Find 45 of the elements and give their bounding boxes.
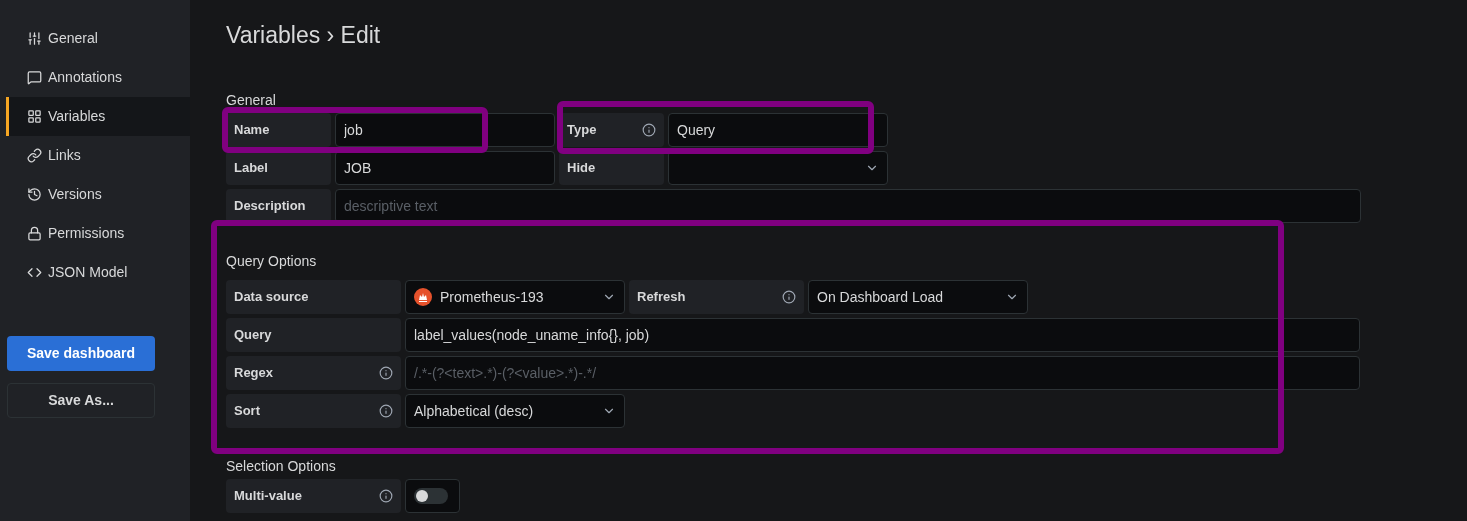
select-field[interactable]: Query [668,113,888,147]
info-icon [379,404,393,418]
select-field[interactable]: Prometheus-193 [405,280,625,314]
input-field[interactable]: job [335,113,555,147]
input-field[interactable]: descriptive text [335,189,1361,223]
sidebar-item-icon [27,70,42,85]
prometheus-icon [414,288,432,306]
field-label: Refresh [629,280,804,314]
save-button[interactable]: Save dashboard [7,336,155,371]
sidebar-item-icon [27,265,42,280]
toggle-switch[interactable] [414,488,448,504]
sidebar-item-icon [27,148,42,163]
sidebar-item-icon [27,187,42,202]
field-label: Label [226,151,331,185]
sidebar-item-icon [27,109,42,124]
input-field[interactable]: /.*-(?<text>.*)-(?<value>.*)-.*/ [405,356,1360,390]
field-label: Multi-value [226,479,401,513]
field-label: Query [226,318,401,352]
info-icon [782,290,796,304]
field-label: Name [226,113,331,147]
sidebar-item[interactable]: General [6,19,190,58]
sidebar-item[interactable]: Permissions [6,214,190,253]
sidebar-item[interactable]: JSON Model [6,253,190,292]
page-title: Variables › Edit [226,21,382,48]
field-label: Regex [226,356,401,390]
field-label: Description [226,189,331,223]
section-heading: General [226,91,277,110]
sidebar-item[interactable]: Annotations [6,58,190,97]
input-field[interactable]: label_values(node_uname_info{}, job) [405,318,1360,352]
sidebar-item-icon [27,31,42,46]
info-icon [379,489,393,503]
section-heading: Query Options [226,252,318,271]
section-heading: Selection Options [226,457,337,476]
info-icon [642,123,656,137]
sidebar-item[interactable]: Variables [6,97,190,136]
sidebar-item[interactable]: Versions [6,175,190,214]
field-label: Sort [226,394,401,428]
select-field[interactable]: On Dashboard Load [808,280,1028,314]
input-field[interactable]: JOB [335,151,555,185]
save-as-button[interactable]: Save As... [7,383,155,418]
select-field[interactable]: Alphabetical (desc) [405,394,625,428]
sidebar-item[interactable]: Links [6,136,190,175]
info-icon [379,366,393,380]
sidebar-item-icon [27,226,42,241]
field-label: Data source [226,280,401,314]
